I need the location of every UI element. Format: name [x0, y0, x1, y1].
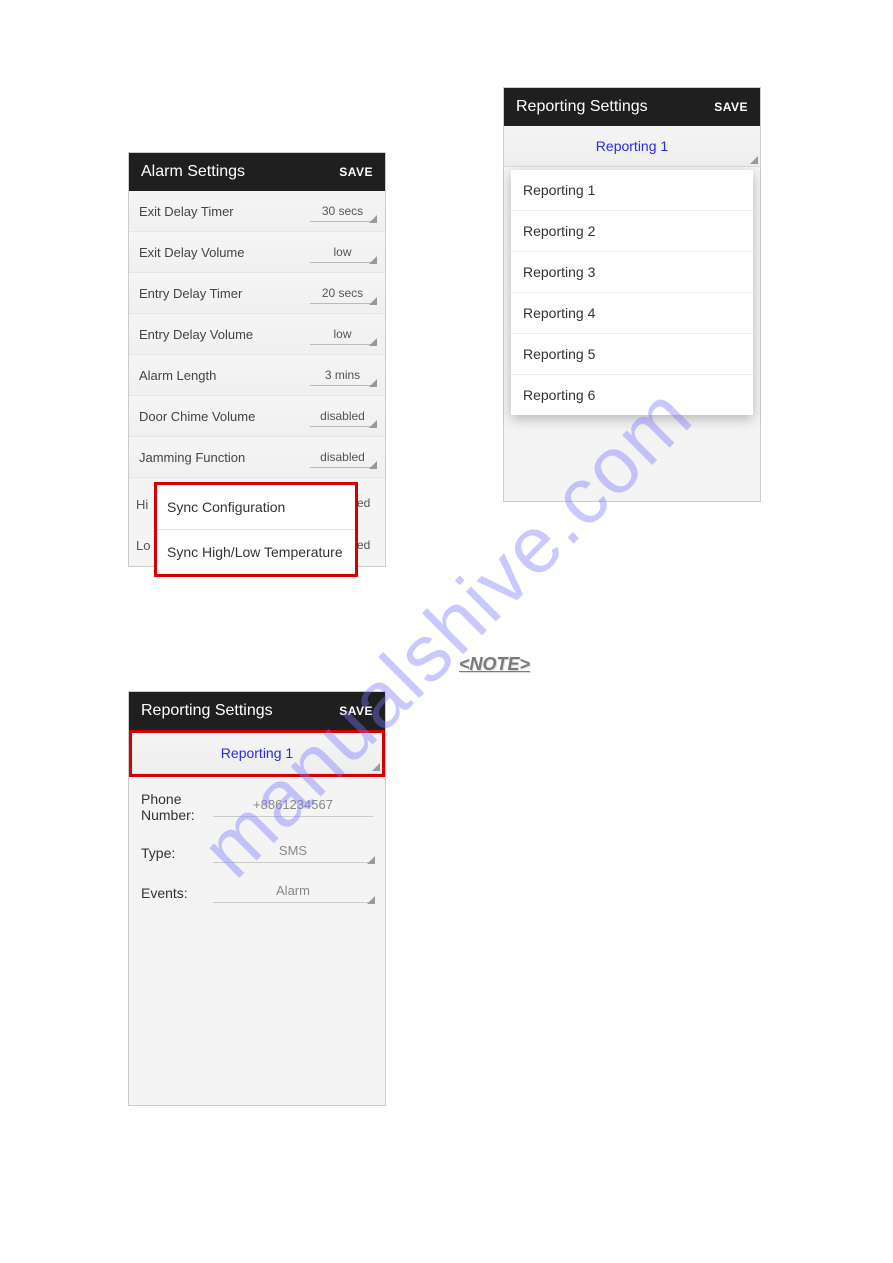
chevron-down-icon	[369, 338, 377, 346]
reporting-dropdown-list: Reporting 1 Reporting 2 Reporting 3 Repo…	[511, 170, 753, 415]
reporting-selector-label: Reporting 1	[221, 745, 293, 761]
setting-row-alarm-length[interactable]: Alarm Length 3 mins	[129, 355, 385, 396]
chevron-down-icon	[369, 461, 377, 469]
type-label: Type:	[141, 845, 213, 861]
setting-value[interactable]: 3 mins	[310, 365, 375, 386]
setting-value[interactable]: disabled	[310, 447, 375, 468]
events-label: Events:	[141, 885, 213, 901]
setting-value[interactable]: low	[310, 324, 375, 345]
phone-number-input[interactable]: +8861234567	[213, 797, 373, 817]
reporting-option-5[interactable]: Reporting 5	[511, 334, 753, 375]
type-select[interactable]: SMS	[213, 843, 373, 863]
alarm-settings-title: Alarm Settings	[141, 163, 245, 181]
setting-label: Door Chime Volume	[139, 409, 310, 424]
alarm-settings-header: Alarm Settings SAVE	[129, 153, 385, 191]
reporting-events-row: Events: Alarm	[129, 869, 385, 909]
reporting-settings-screen-detail: Reporting Settings SAVE Reporting 1 Phon…	[128, 691, 386, 1106]
setting-value[interactable]: low	[310, 242, 375, 263]
reporting-selector-label: Reporting 1	[596, 138, 668, 154]
reporting-type-row: Type: SMS	[129, 829, 385, 869]
setting-label: Entry Delay Volume	[139, 327, 310, 342]
reporting-settings-title: Reporting Settings	[141, 702, 273, 720]
reporting-option-4[interactable]: Reporting 4	[511, 293, 753, 334]
setting-value[interactable]: 30 secs	[310, 201, 375, 222]
chevron-down-icon	[369, 297, 377, 305]
setting-row-entry-delay-timer[interactable]: Entry Delay Timer 20 secs	[129, 273, 385, 314]
setting-row-entry-delay-volume[interactable]: Entry Delay Volume low	[129, 314, 385, 355]
setting-label: Entry Delay Timer	[139, 286, 310, 301]
events-select[interactable]: Alarm	[213, 883, 373, 903]
reporting-selector[interactable]: Reporting 1	[132, 733, 382, 774]
chevron-down-icon	[369, 215, 377, 223]
save-button[interactable]: SAVE	[339, 704, 373, 718]
setting-row-exit-delay-timer[interactable]: Exit Delay Timer 30 secs	[129, 191, 385, 232]
setting-value[interactable]: 20 secs	[310, 283, 375, 304]
setting-row-door-chime-volume[interactable]: Door Chime Volume disabled	[129, 396, 385, 437]
reporting-option-6[interactable]: Reporting 6	[511, 375, 753, 415]
setting-label: Exit Delay Timer	[139, 204, 310, 219]
partial-value-suffix: ed	[357, 538, 370, 552]
chevron-down-icon	[369, 379, 377, 387]
reporting-option-2[interactable]: Reporting 2	[511, 211, 753, 252]
partial-value-suffix: ed	[357, 496, 370, 510]
setting-label: Exit Delay Volume	[139, 245, 310, 260]
chevron-down-icon	[369, 256, 377, 264]
chevron-down-icon	[372, 763, 380, 771]
chevron-down-icon	[369, 420, 377, 428]
chevron-down-icon	[367, 896, 375, 904]
sync-popup-highlight: Sync Configuration Sync High/Low Tempera…	[154, 482, 358, 577]
reporting-settings-header: Reporting Settings SAVE	[129, 692, 385, 730]
setting-label: Alarm Length	[139, 368, 310, 383]
reporting-phone-row: Phone Number: +8861234567	[129, 777, 385, 829]
save-button[interactable]: SAVE	[714, 100, 748, 114]
setting-label: Jamming Function	[139, 450, 310, 465]
chevron-down-icon	[367, 856, 375, 864]
reporting-option-3[interactable]: Reporting 3	[511, 252, 753, 293]
reporting-option-1[interactable]: Reporting 1	[511, 170, 753, 211]
note-heading: <NOTE>	[459, 654, 530, 675]
partial-row-prefix-lo: Lo	[136, 538, 150, 553]
sync-configuration-item[interactable]: Sync Configuration	[157, 485, 355, 530]
chevron-down-icon	[750, 156, 758, 164]
reporting-settings-header: Reporting Settings SAVE	[504, 88, 760, 126]
reporting-settings-title: Reporting Settings	[516, 98, 648, 116]
reporting-selector[interactable]: Reporting 1	[504, 126, 760, 167]
sync-high-low-temp-item[interactable]: Sync High/Low Temperature	[157, 530, 355, 574]
setting-row-jamming-function[interactable]: Jamming Function disabled	[129, 437, 385, 478]
partial-row-prefix-hi: Hi	[136, 497, 148, 512]
reporting-selector-highlight: Reporting 1	[129, 730, 385, 777]
setting-row-exit-delay-volume[interactable]: Exit Delay Volume low	[129, 232, 385, 273]
phone-number-label: Phone Number:	[141, 791, 213, 823]
save-button[interactable]: SAVE	[339, 165, 373, 179]
setting-value[interactable]: disabled	[310, 406, 375, 427]
